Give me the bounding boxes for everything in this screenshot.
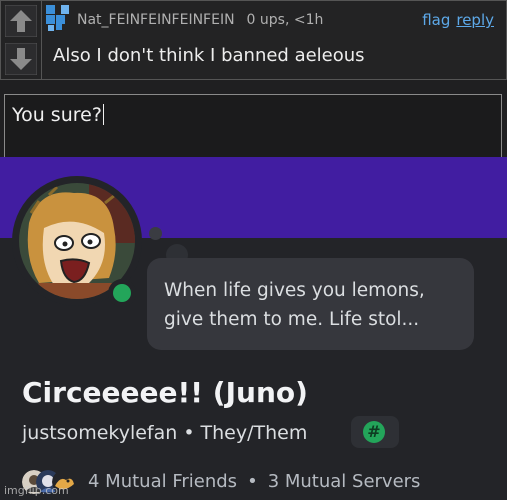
hashtag-icon: # xyxy=(363,421,385,443)
thought-bubble-small xyxy=(149,227,162,240)
username[interactable]: justsomekylefan xyxy=(22,422,177,444)
separator: • xyxy=(183,422,195,444)
mutual-friends-link[interactable]: 4 Mutual Friends xyxy=(88,471,237,492)
reply-link[interactable]: reply xyxy=(456,11,494,29)
username-row: justsomekylefan • They/Them xyxy=(22,422,307,444)
mutual-servers-link[interactable]: 3 Mutual Servers xyxy=(268,471,421,492)
flag-link[interactable]: flag xyxy=(422,11,450,29)
imgflip-watermark: imgflip.com xyxy=(4,484,69,497)
reply-text: You sure? xyxy=(12,104,102,126)
downvote-arrow-icon[interactable] xyxy=(5,43,37,75)
comment-header: Nat_FEINFEINFEINFEIN 0 ups, <1h xyxy=(77,12,323,28)
reply-textarea[interactable]: You sure? xyxy=(4,94,502,158)
comment-username[interactable]: Nat_FEINFEINFEINFEIN xyxy=(77,12,235,28)
vote-column xyxy=(1,1,42,79)
mutuals-text: 4 Mutual Friends • 3 Mutual Servers xyxy=(88,471,420,492)
text-caret xyxy=(102,104,104,125)
pronouns: They/Them xyxy=(200,422,308,444)
upvote-arrow-icon[interactable] xyxy=(5,5,37,37)
comment-text: Also I don't think I banned aeleous xyxy=(53,45,365,66)
online-status-icon xyxy=(113,284,131,302)
user-avatar-icon[interactable] xyxy=(46,5,70,31)
mutual-separator: • xyxy=(247,471,258,492)
comment: Nat_FEINFEINFEINFEIN 0 ups, <1h flag reply… xyxy=(0,0,507,80)
custom-status-text: When life gives you lemons, give them to… xyxy=(164,280,425,330)
comment-meta: 0 ups, <1h xyxy=(246,12,324,28)
custom-status-bubble[interactable]: When life gives you lemons, give them to… xyxy=(147,258,474,350)
comment-actions: flag reply xyxy=(416,11,494,29)
reply-textarea-value: You sure? xyxy=(12,104,104,126)
mutuals-row: 4 Mutual Friends • 3 Mutual Servers xyxy=(22,468,502,498)
display-name: Circeeeee!! (Juno) xyxy=(22,376,308,409)
server-tag-badge[interactable]: # xyxy=(351,416,399,448)
